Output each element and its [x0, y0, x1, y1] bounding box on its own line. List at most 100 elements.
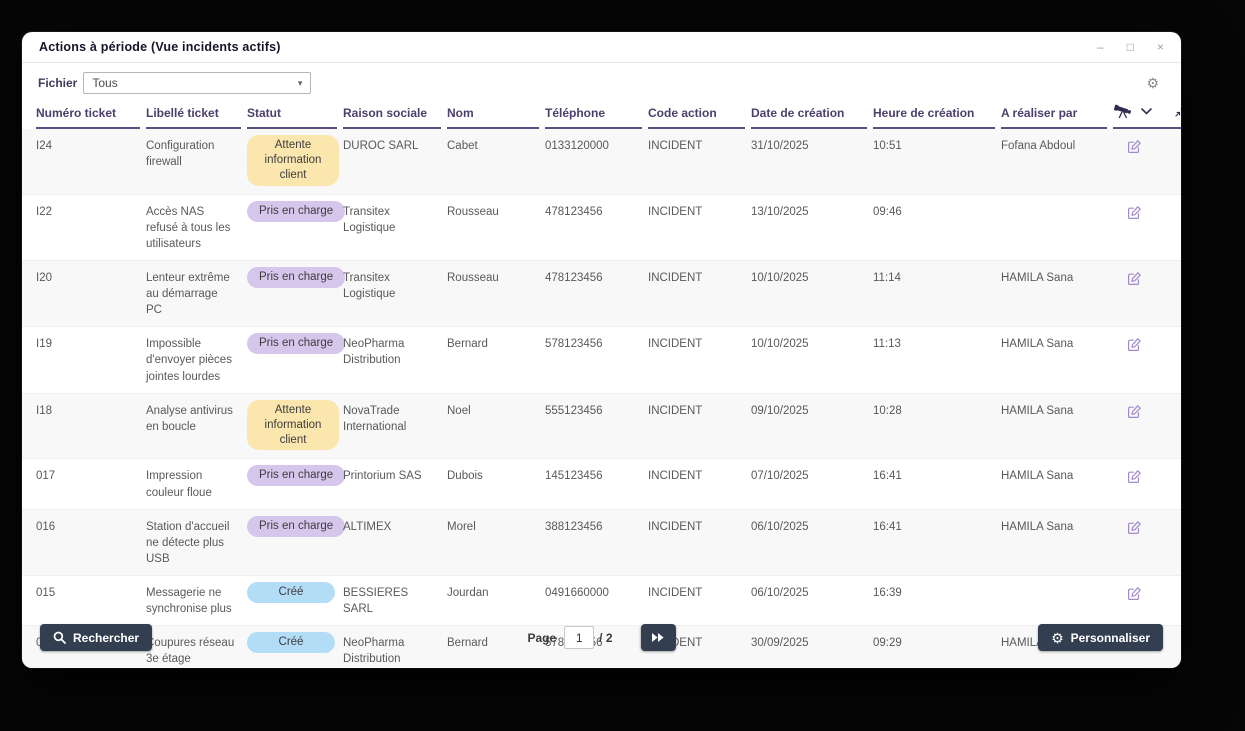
maximize-icon[interactable]: □	[1127, 41, 1134, 53]
telescope-icon[interactable]	[1113, 104, 1134, 119]
cell-libelle-ticket: Impression couleur floue	[146, 470, 212, 499]
cell-a-realiser-par: HAMILA Sana	[1001, 520, 1074, 533]
table-row[interactable]: 016 Station d'accueil ne détecte plus US…	[22, 509, 1181, 576]
cell-code-action: INCIDENT	[648, 205, 703, 218]
table-row[interactable]: 015 Messagerie ne synchronise plus Créé …	[22, 576, 1181, 627]
cell-telephone: 388123456	[545, 520, 603, 533]
cell-numero-ticket: 016	[36, 520, 56, 533]
table-row[interactable]: I19 Impossible d'envoyer pièces jointes …	[22, 327, 1181, 394]
next-page-button[interactable]	[640, 624, 676, 651]
cell-a-realiser-par: Fofana Abdoul	[1001, 140, 1076, 152]
table-row[interactable]: 017 Impression couleur floue Pris en cha…	[22, 459, 1181, 510]
cell-telephone: 578123456	[545, 338, 603, 351]
pagination: Page / 2	[527, 624, 676, 651]
cell-heure-creation: 10:51	[873, 140, 902, 152]
table-row[interactable]: I24 Configuration firewall Attente infor…	[22, 129, 1181, 195]
search-button[interactable]: Rechercher	[40, 624, 153, 651]
edit-button[interactable]	[1113, 261, 1181, 286]
cell-numero-ticket: 017	[36, 470, 56, 483]
cell-nom: Rousseau	[447, 272, 499, 285]
page-total: / 2	[599, 630, 613, 645]
cell-a-realiser-par: HAMILA Sana	[1001, 272, 1074, 285]
dropdown-arrow-icon: ▾	[297, 77, 303, 88]
cell-code-action: INCIDENT	[648, 140, 703, 152]
cell-heure-creation: 16:41	[873, 470, 902, 483]
collapse-icon[interactable]	[1175, 106, 1181, 117]
edit-icon	[1127, 338, 1141, 352]
cell-code-action: INCIDENT	[648, 520, 703, 533]
cell-heure-creation: 11:14	[873, 272, 901, 285]
personalize-button[interactable]: ⚙ Personnaliser	[1038, 624, 1163, 651]
cell-a-realiser-par: HAMILA Sana	[1001, 338, 1074, 351]
cell-heure-creation: 10:28	[873, 404, 902, 417]
column-header[interactable]: Raison sociale	[343, 100, 447, 129]
cell-libelle-ticket: Impossible d'envoyer pièces jointes lour…	[146, 338, 232, 383]
page-input[interactable]	[564, 626, 595, 649]
status-badge: Attente information client	[247, 135, 339, 186]
settings-gear-icon[interactable]: ⚙	[1146, 76, 1165, 90]
cell-statut: Créé	[247, 576, 343, 611]
window-controls: – □ ×	[1097, 41, 1167, 53]
page-title: Actions à période (Vue incidents actifs)	[39, 40, 281, 54]
cell-a-realiser-par	[1001, 195, 1113, 212]
cell-nom: Rousseau	[447, 205, 499, 218]
column-header[interactable]: Code action	[648, 100, 751, 129]
cell-raison-sociale: BESSIERES SARL	[343, 586, 409, 616]
edit-button[interactable]	[1113, 394, 1181, 419]
cell-statut: Pris en charge	[247, 327, 346, 362]
minimize-icon[interactable]: –	[1097, 41, 1104, 53]
cell-numero-ticket: 015	[36, 586, 56, 599]
cell-numero-ticket: I22	[36, 205, 52, 218]
edit-button[interactable]	[1113, 459, 1181, 484]
chevron-down-icon[interactable]	[1141, 108, 1152, 115]
edit-icon	[1127, 205, 1141, 219]
edit-button[interactable]	[1113, 576, 1181, 601]
cell-telephone: 0133120000	[545, 140, 609, 152]
edit-button[interactable]	[1113, 195, 1181, 220]
edit-icon	[1127, 404, 1141, 418]
edit-button[interactable]	[1113, 510, 1181, 535]
cell-numero-ticket: I24	[36, 140, 52, 152]
edit-icon	[1127, 140, 1141, 154]
edit-icon	[1127, 520, 1141, 534]
table-row[interactable]: I20 Lenteur extrême au démarrage PC Pris…	[22, 261, 1181, 328]
table-body: I24 Configuration firewall Attente infor…	[22, 129, 1181, 668]
cell-date-creation: 31/10/2025	[751, 140, 809, 152]
cell-libelle-ticket: Messagerie ne synchronise plus	[146, 586, 232, 616]
cell-a-realiser-par	[1001, 576, 1113, 593]
cell-a-realiser-par: HAMILA Sana	[1001, 470, 1074, 483]
cell-nom: Bernard	[447, 338, 488, 351]
column-header[interactable]: Nom	[447, 100, 545, 129]
column-header[interactable]: Numéro ticket	[36, 100, 146, 129]
column-header[interactable]: Libellé ticket	[146, 100, 247, 129]
cell-telephone: 145123456	[545, 470, 603, 483]
cell-nom: Jourdan	[447, 586, 489, 599]
edit-button[interactable]	[1113, 327, 1181, 352]
cell-raison-sociale: Printorium SAS	[343, 470, 422, 483]
edit-button[interactable]	[1113, 129, 1181, 154]
cell-libelle-ticket: Station d'accueil ne détecte plus USB	[146, 520, 230, 565]
close-icon[interactable]: ×	[1157, 41, 1164, 53]
cell-date-creation: 10/10/2025	[751, 338, 809, 351]
cell-telephone: 478123456	[545, 272, 603, 285]
table-header: Numéro ticket Libellé ticket Statut Raison …	[22, 100, 1181, 129]
cell-numero-ticket: I19	[36, 338, 52, 351]
search-button-label: Rechercher	[73, 630, 140, 645]
file-filter-select[interactable]: Tous ▾	[83, 72, 312, 94]
column-header[interactable]: Téléphone	[545, 100, 648, 129]
cell-libelle-ticket: Accès NAS refusé à tous les utilisateurs	[146, 205, 231, 250]
cell-statut: Attente information client	[247, 129, 343, 194]
column-header[interactable]: Statut	[247, 100, 343, 129]
table-row[interactable]: I18 Analyse antivirus en boucle Attente …	[22, 393, 1181, 460]
cell-heure-creation: 11:13	[873, 338, 901, 351]
cell-a-realiser-par: HAMILA Sana	[1001, 404, 1074, 417]
cell-heure-creation: 16:39	[873, 586, 902, 599]
column-header[interactable]: Date de création	[751, 100, 873, 129]
column-header[interactable]: Heure de création	[873, 100, 1001, 129]
table-row[interactable]: I22 Accès NAS refusé à tous les utilisat…	[22, 195, 1181, 262]
cell-statut: Pris en charge	[247, 510, 346, 545]
toolbar: Fichier Tous ▾ ⚙	[22, 63, 1181, 96]
column-header[interactable]: A réaliser par	[1001, 100, 1113, 129]
cell-statut: Pris en charge	[247, 195, 346, 230]
title-bar: Actions à période (Vue incidents actifs)…	[22, 32, 1181, 63]
